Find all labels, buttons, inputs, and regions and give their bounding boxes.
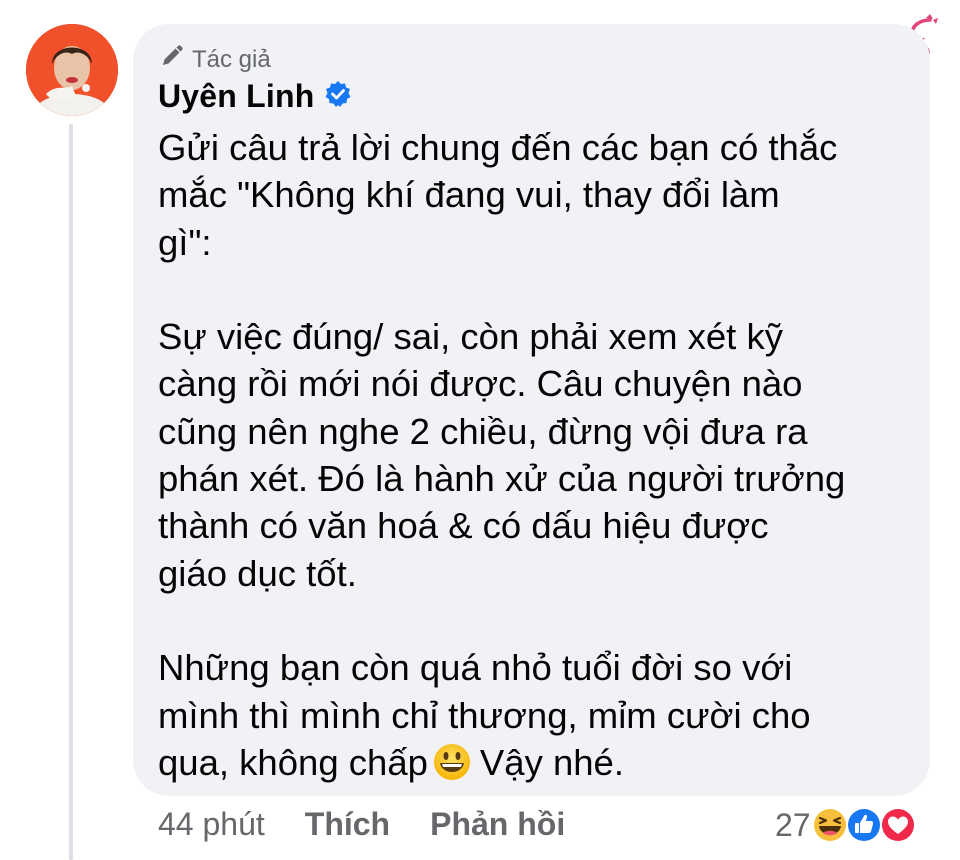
comment-line: mình thì mình chỉ thương, mỉm cười cho bbox=[158, 694, 811, 736]
comment-paragraph: Sự việc đúng/ sai, còn phải xem xét kỹ c… bbox=[158, 313, 918, 597]
comment-line: Sự việc đúng/ sai, còn phải xem xét kỹ bbox=[158, 316, 783, 358]
author-badge: Tác giả bbox=[160, 44, 271, 75]
comment-line-text: qua, không chấp bbox=[158, 741, 428, 783]
comment-line: Những bạn còn quá nhỏ tuổi đời so với bbox=[158, 647, 793, 689]
love-icon bbox=[879, 806, 917, 844]
author-badge-label: Tác giả bbox=[192, 45, 271, 73]
comment-timestamp[interactable]: 44 phút bbox=[158, 806, 265, 843]
comment-line-text: Vậy nhé. bbox=[479, 741, 624, 783]
author-name[interactable]: Uyên Linh bbox=[158, 78, 314, 115]
comment-paragraph: Những bạn còn quá nhỏ tuổi đời so với mì… bbox=[158, 644, 918, 793]
like-icon bbox=[845, 806, 883, 844]
haha-icon bbox=[811, 806, 849, 844]
comment-line: càng rồi mới nói được. Câu chuyện nào bbox=[158, 363, 803, 405]
comment-line: Gửi câu trả lời chung đến các bạn có thắ… bbox=[158, 127, 838, 168]
verified-badge-icon bbox=[324, 80, 352, 113]
avatar[interactable] bbox=[26, 24, 118, 116]
reaction-icons bbox=[811, 806, 917, 844]
thread-line bbox=[69, 124, 73, 860]
comment-line: giáo dục tốt. bbox=[158, 552, 357, 594]
comment-line: thành có văn hoá & có dấu hiệu được bbox=[158, 505, 769, 547]
author-row: Uyên Linh bbox=[158, 78, 352, 115]
like-button[interactable]: Thích bbox=[305, 806, 390, 843]
reaction-count: 27 bbox=[775, 806, 811, 843]
comment-line: cũng nên nghe 2 chiều, đừng vội đưa ra bbox=[158, 410, 808, 452]
reaction-summary[interactable]: 27 bbox=[775, 806, 917, 844]
reply-button[interactable]: Phản hồi bbox=[430, 806, 565, 843]
comment-line: gì": bbox=[158, 221, 212, 263]
grinning-face-icon bbox=[432, 742, 472, 793]
comment-text: Gửi câu trả lời chung đến các bạn có thắ… bbox=[158, 124, 918, 793]
pencil-icon bbox=[160, 44, 192, 75]
comment-line: qua, không chấp Vậy nhé. bbox=[158, 739, 918, 793]
comment-line: mắc "Không khí đang vui, thay đổi làm bbox=[158, 174, 780, 216]
comment-line: phán xét. Đó là hành xử của người trưởng bbox=[158, 458, 846, 500]
comment-actions: 44 phút Thích Phản hồi bbox=[158, 806, 605, 843]
comment-paragraph: Gửi câu trả lời chung đến các bạn có thắ… bbox=[158, 124, 918, 266]
